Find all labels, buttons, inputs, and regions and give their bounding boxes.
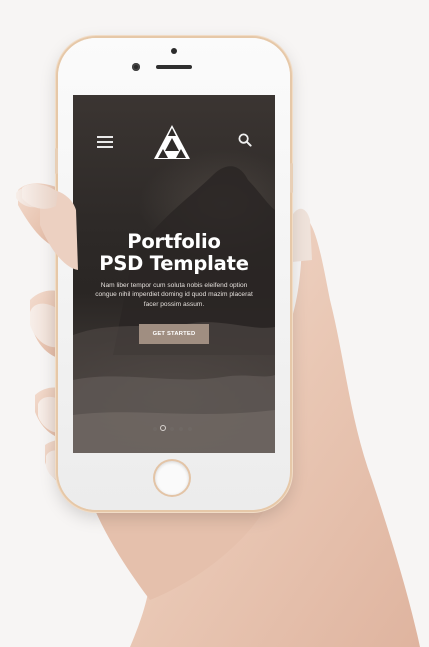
slider-pagination — [153, 425, 197, 433]
phone-camera — [132, 63, 140, 71]
slider-dot[interactable] — [153, 427, 157, 431]
phone-home-button[interactable] — [155, 461, 189, 495]
phone-mockup: Portfolio PSD Template Nam liber tempor … — [55, 38, 293, 510]
phone-speaker — [156, 65, 192, 69]
hero-title-line1: Portfolio — [127, 230, 221, 253]
hero-title: Portfolio PSD Template — [73, 231, 275, 275]
mockup-stage: Portfolio PSD Template Nam liber tempor … — [0, 0, 429, 647]
get-started-button[interactable]: GET STARTED — [139, 324, 209, 344]
slider-dot[interactable] — [179, 427, 183, 431]
search-icon[interactable] — [238, 133, 252, 147]
phone-volume-button — [55, 148, 58, 174]
slider-dot[interactable] — [170, 427, 174, 431]
hero-description: Nam liber tempor cum soluta nobis eleife… — [95, 282, 253, 308]
phone-front-sensor — [171, 48, 177, 54]
hero-title-line2: PSD Template — [99, 252, 249, 275]
slider-dot-active[interactable] — [160, 425, 166, 431]
app-screen: Portfolio PSD Template Nam liber tempor … — [73, 95, 275, 453]
slider-dot[interactable] — [188, 427, 192, 431]
hamburger-menu-icon[interactable] — [97, 136, 113, 148]
triangle-logo-icon[interactable] — [154, 125, 190, 159]
phone-power-button — [290, 163, 293, 193]
